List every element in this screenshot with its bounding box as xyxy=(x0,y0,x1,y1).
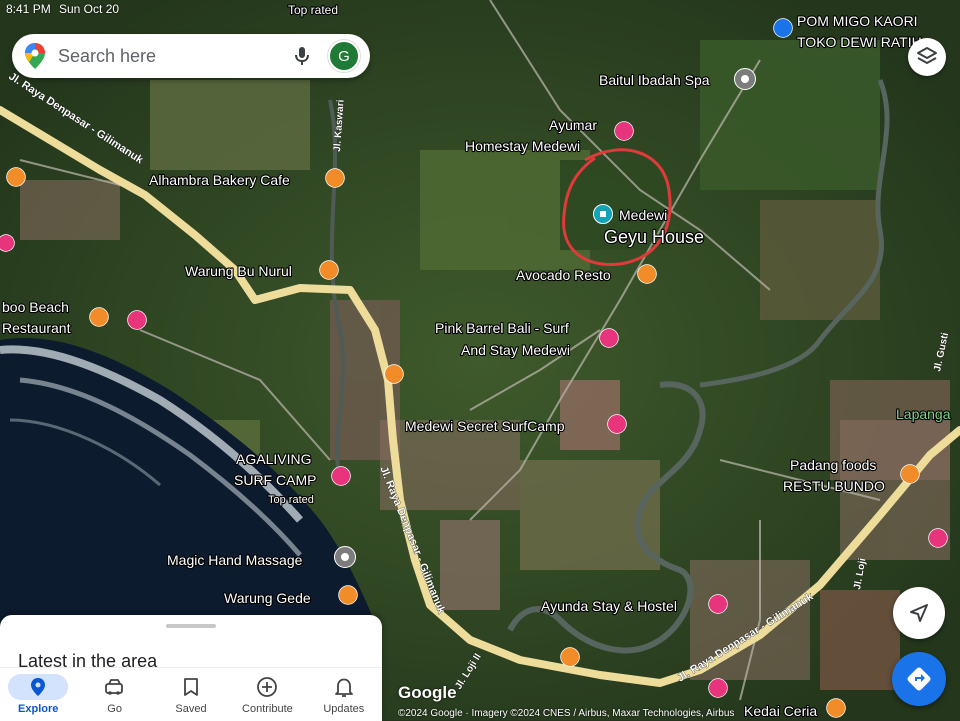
hotel-pin-icon xyxy=(607,414,627,434)
hotel-pin-icon xyxy=(614,121,634,141)
place-label-and-stay: And Stay Medewi xyxy=(461,342,570,358)
place-label-magic-hand: Magic Hand Massage xyxy=(167,552,303,568)
nav-updates[interactable]: Updates xyxy=(306,668,382,721)
place-label-pink-barrel: Pink Barrel Bali - Surf xyxy=(435,320,569,336)
nav-label-go: Go xyxy=(107,703,122,715)
place-label-surf-camp: SURF CAMP xyxy=(234,472,316,488)
nav-label-explore: Explore xyxy=(18,703,59,715)
hotel-pin-icon xyxy=(928,528,948,548)
place-label-baitul: Baitul Ibadah Spa xyxy=(599,72,710,88)
place-label-ayunda: Ayunda Stay & Hostel xyxy=(541,598,677,614)
place-label-agaliving: AGALIVING xyxy=(236,451,311,467)
place-label-homestay: Homestay Medewi xyxy=(465,138,580,154)
account-avatar[interactable]: G xyxy=(328,40,360,72)
cafe-pin-icon xyxy=(6,167,26,187)
food-pin-icon xyxy=(900,464,920,484)
nav-contribute[interactable]: Contribute xyxy=(229,668,305,721)
google-logo: Google xyxy=(398,683,457,702)
place-label-medewi: Medewi xyxy=(619,207,667,223)
sheet-drag-handle[interactable] xyxy=(166,624,216,628)
layers-icon xyxy=(917,47,937,64)
place-label-secret-surfcamp: Medewi Secret SurfCamp xyxy=(405,418,565,434)
nav-label-updates: Updates xyxy=(323,703,365,715)
car-icon xyxy=(104,679,123,695)
layers-button[interactable] xyxy=(908,38,946,76)
hotel-pin-icon xyxy=(331,466,351,486)
map-attribution: ©2024 Google · Imagery ©2024 CNES / Airb… xyxy=(398,708,735,719)
bell-icon xyxy=(334,678,353,697)
hotel-pin-icon xyxy=(0,234,15,252)
nav-saved[interactable]: Saved xyxy=(153,668,229,721)
search-bar[interactable]: Search here G xyxy=(12,34,370,78)
place-label-avocado: Avocado Resto xyxy=(516,267,611,283)
my-location-button[interactable] xyxy=(893,587,945,639)
navigation-arrow-icon xyxy=(910,604,928,622)
place-label-kedai-ceria: Kedai Ceria xyxy=(744,703,817,719)
food-pin-icon xyxy=(319,260,339,280)
place-label-lapanga: Lapanga xyxy=(896,406,951,422)
top-rated-label: Top rated xyxy=(268,494,314,506)
nav-explore[interactable]: Explore xyxy=(0,668,76,721)
food-pin-icon xyxy=(384,364,404,384)
hotel-pin-icon xyxy=(127,310,147,330)
directions-icon xyxy=(907,667,931,691)
spa-pin-icon xyxy=(334,546,356,568)
place-label-alhambra: Alhambra Bakery Cafe xyxy=(149,172,290,188)
place-label-warung-bu-nurul: Warung Bu Nurul xyxy=(185,263,292,279)
satellite-map[interactable]: Jl. Raya Denpasar - Gilimanuk Jl. Raya D… xyxy=(0,0,960,720)
place-label-warung-gede: Warung Gede xyxy=(224,590,311,606)
place-label-pom-migo: POM MIGO KAORI xyxy=(797,13,918,29)
microphone-icon[interactable] xyxy=(290,44,314,68)
place-label-restaurant: Restaurant xyxy=(2,320,71,336)
place-label-geyu-house: Geyu House xyxy=(604,227,704,247)
hotel-pin-icon xyxy=(599,328,619,348)
place-label-ayumar: Ayumar xyxy=(549,117,597,133)
place-label-toko-dewi: TOKO DEWI RATIH xyxy=(797,34,922,50)
food-pin-icon xyxy=(560,647,580,667)
status-date: Sun Oct 20 xyxy=(59,2,120,16)
hotel-pin-icon xyxy=(708,678,728,698)
selected-place-pin-icon xyxy=(593,204,613,224)
cafe-pin-icon xyxy=(325,168,345,188)
hotel-pin-icon xyxy=(708,594,728,614)
place-label-boo-beach: boo Beach xyxy=(2,299,69,315)
search-input[interactable]: Search here xyxy=(58,46,290,67)
place-label-restu-bundo: RESTU BUNDO xyxy=(783,478,885,494)
food-pin-icon xyxy=(338,585,358,605)
food-pin-icon xyxy=(637,264,657,284)
status-time: 8:41 PM xyxy=(6,2,51,16)
shop-pin-icon xyxy=(773,18,793,38)
place-label-padang: Padang foods xyxy=(790,457,876,473)
nav-label-saved: Saved xyxy=(175,703,207,715)
nav-label-contribute: Contribute xyxy=(242,703,293,715)
directions-button[interactable] xyxy=(892,652,946,706)
top-rated-label-top: Top rated xyxy=(288,3,338,17)
spa-pin-icon xyxy=(734,68,756,90)
food-pin-icon xyxy=(89,307,109,327)
explore-pin-icon xyxy=(31,678,46,696)
bottom-navigation: Explore Go Saved Contribute Updates xyxy=(0,667,382,721)
google-maps-pin-icon xyxy=(25,43,45,69)
plus-circle-icon xyxy=(257,677,278,697)
food-pin-icon xyxy=(826,698,846,718)
bookmark-icon xyxy=(184,678,198,696)
nav-go[interactable]: Go xyxy=(76,668,152,721)
